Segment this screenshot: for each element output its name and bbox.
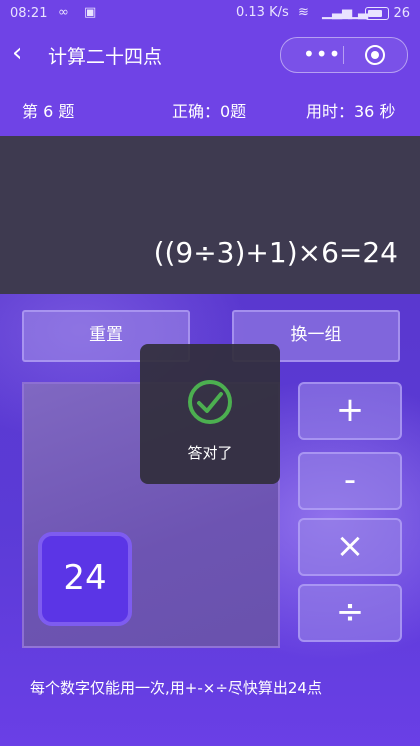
game-info-bar: 第 6 题 正确：0题 用时：36 秒 bbox=[0, 80, 420, 136]
question-number: 第 6 题 bbox=[22, 102, 75, 121]
plus-button[interactable]: + bbox=[298, 382, 402, 440]
number-card[interactable]: 24 bbox=[38, 532, 132, 626]
network-speed: 0.13 K/s bbox=[236, 5, 289, 20]
battery-level: 26 bbox=[393, 6, 410, 21]
multiply-button[interactable]: × bbox=[298, 518, 402, 576]
status-bar: 08:21 ∞ ▣ 0.13 K/s ≋ ▁▃▅ ▁▃ 26 bbox=[0, 0, 420, 28]
check-icon bbox=[188, 380, 232, 424]
success-toast: 答对了 bbox=[140, 344, 280, 484]
wifi-icon: ≋ bbox=[298, 5, 309, 20]
expression-display: ((9÷3)+1)×6=24 bbox=[0, 136, 420, 294]
back-icon[interactable]: ‹ bbox=[12, 40, 38, 68]
mini-program-capsule: ••• bbox=[280, 37, 408, 73]
time-used: 用时：36 秒 bbox=[306, 102, 396, 121]
battery-icon bbox=[365, 7, 390, 20]
nav-bar: ‹ 计算二十四点 ••• bbox=[0, 28, 420, 80]
capsule-divider bbox=[343, 46, 344, 64]
minus-button[interactable]: - bbox=[298, 452, 402, 510]
battery-indicator: 26 bbox=[365, 6, 410, 21]
infinity-icon: ∞ bbox=[58, 5, 69, 20]
divide-button[interactable]: ÷ bbox=[298, 584, 402, 642]
status-time: 08:21 bbox=[10, 6, 48, 21]
expression-text: ((9÷3)+1)×6=24 bbox=[153, 236, 398, 269]
toast-message: 答对了 bbox=[187, 444, 233, 462]
close-mini-program-icon[interactable] bbox=[365, 45, 385, 65]
page-title: 计算二十四点 bbox=[48, 46, 163, 68]
correct-count: 正确：0题 bbox=[172, 102, 247, 121]
image-notification-icon: ▣ bbox=[84, 5, 97, 20]
more-icon[interactable]: ••• bbox=[303, 44, 341, 64]
rules-hint: 每个数字仅能用一次,用+-×÷尽快算出24点 bbox=[30, 679, 322, 697]
